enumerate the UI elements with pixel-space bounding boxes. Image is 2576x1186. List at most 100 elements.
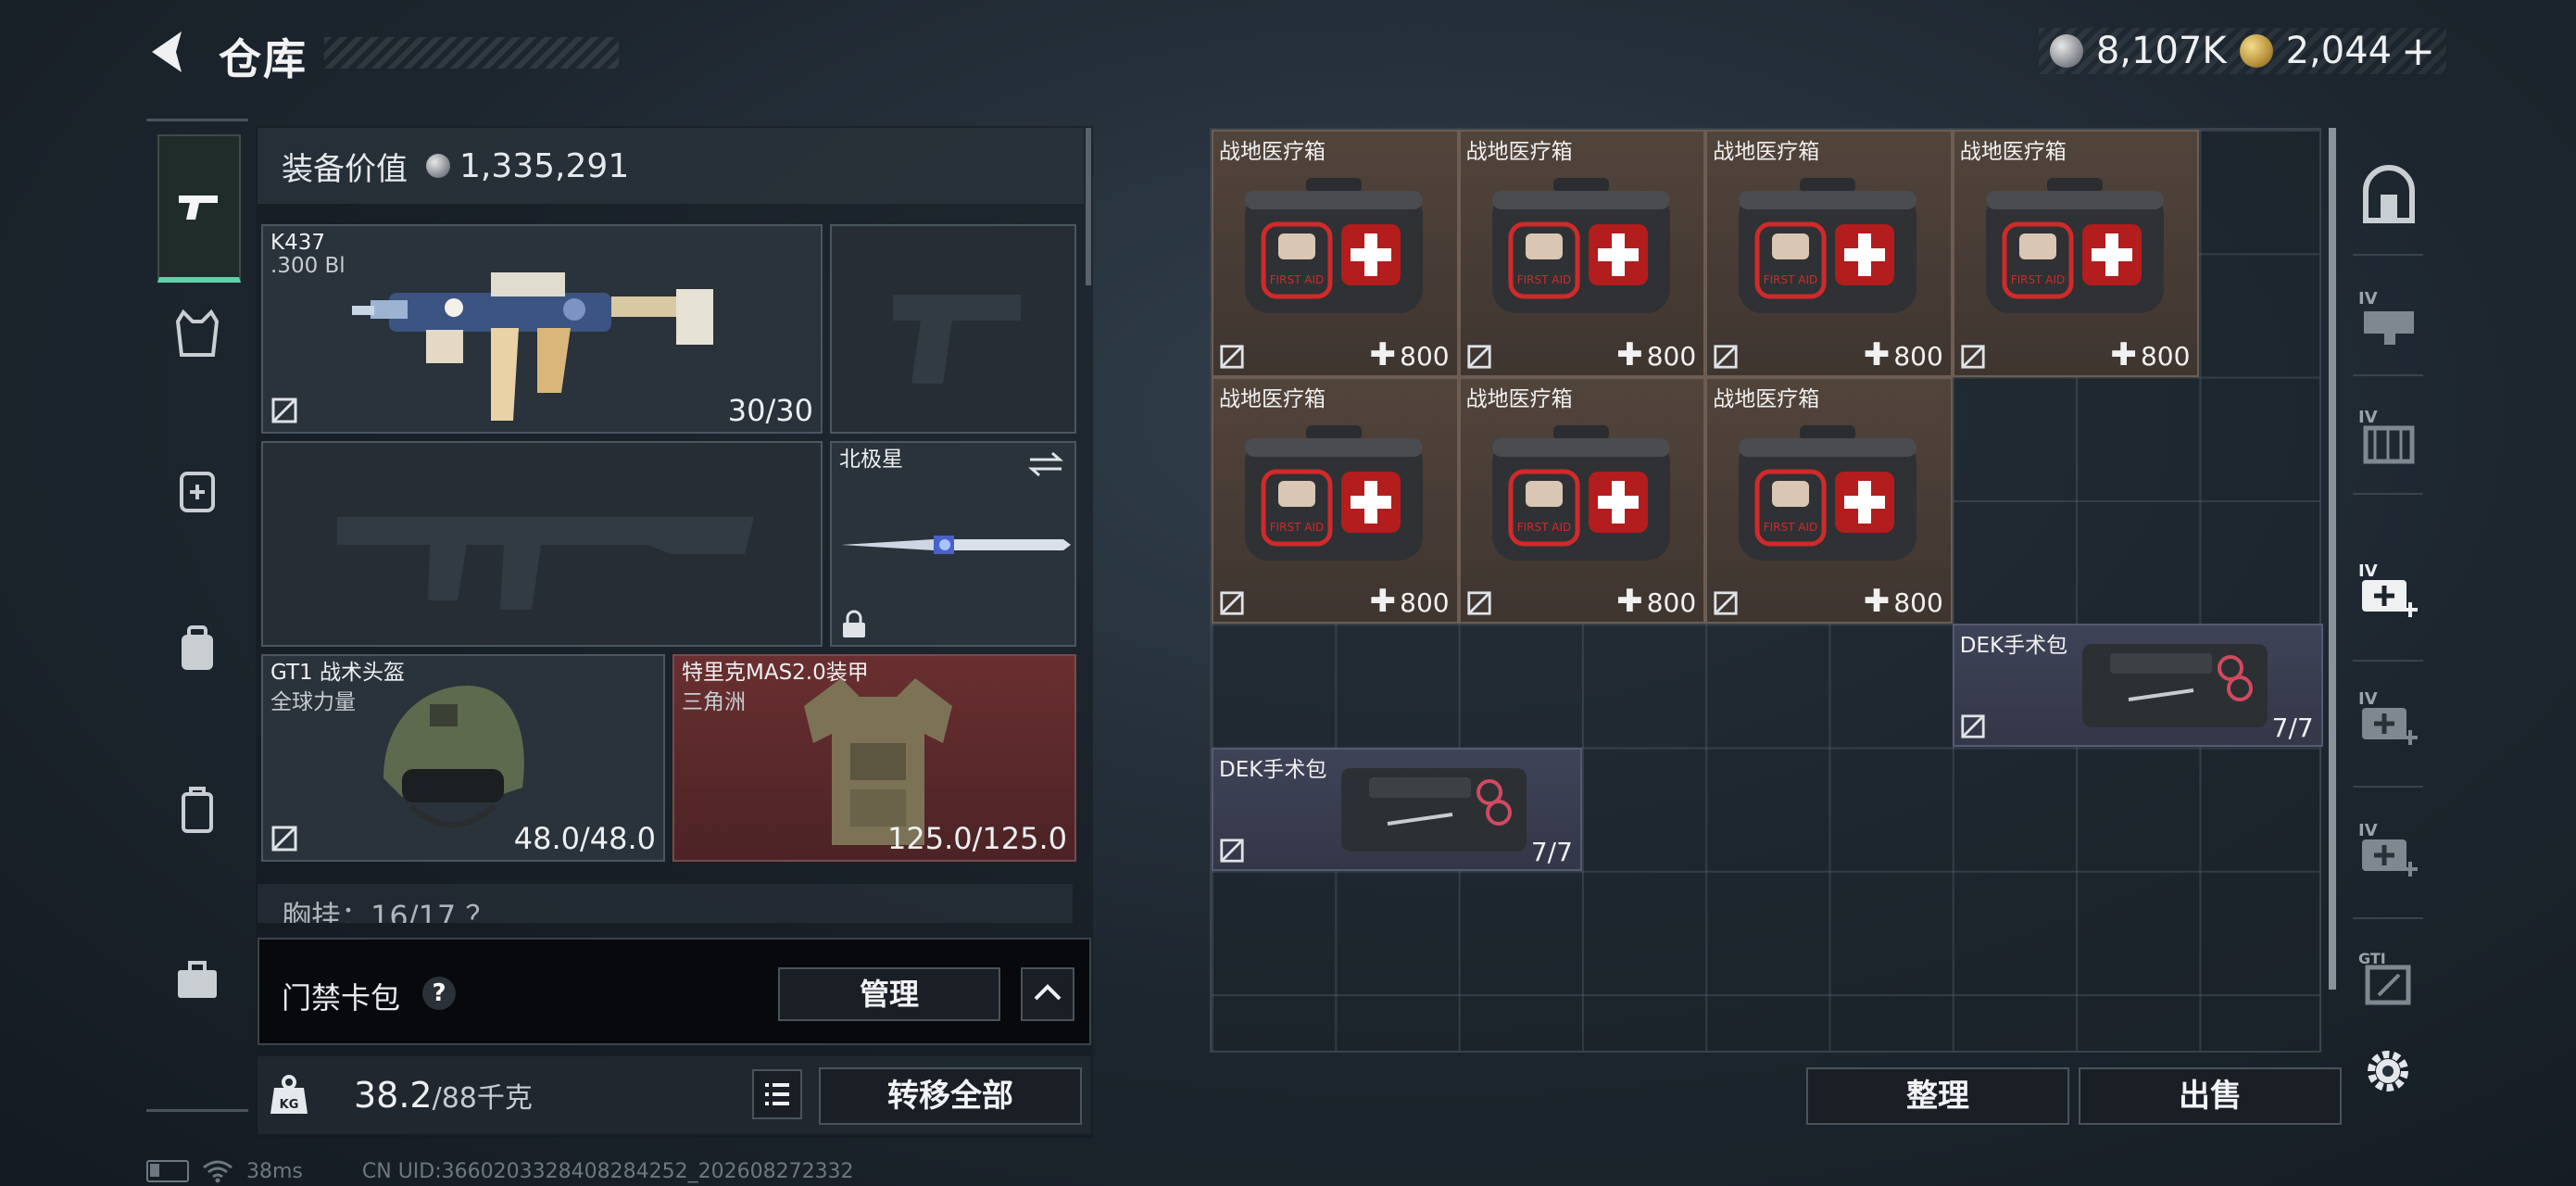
tab-toolbox[interactable] xyxy=(157,940,237,1020)
tab-backpack[interactable] xyxy=(157,609,237,688)
gold-coin-icon xyxy=(2239,34,2273,68)
armor-durability: 125.0/125.0 xyxy=(887,821,1067,856)
no-insure-icon xyxy=(1220,839,1244,863)
no-insure-icon xyxy=(271,826,297,852)
rail-divider xyxy=(2353,917,2423,919)
weapon-case-icon: IV xyxy=(2358,289,2414,345)
swap-icon[interactable] xyxy=(1026,450,1065,478)
backpack-plus-icon xyxy=(180,472,215,512)
case-icon xyxy=(182,787,213,833)
pistol-slot[interactable] xyxy=(830,224,1076,434)
tier-label: GTI xyxy=(2358,950,2386,967)
plus-icon: ✚ xyxy=(1616,583,1643,621)
list-view-button[interactable] xyxy=(752,1069,802,1119)
back-arrow-icon xyxy=(152,32,182,72)
chevron-up-icon xyxy=(1034,984,1062,1001)
storage-scrollbar[interactable] xyxy=(2329,128,2336,990)
item-value: ✚ 800 xyxy=(1864,583,1943,620)
equipment-value-label: 装备价值 xyxy=(282,150,408,188)
surgical-kit-icon xyxy=(2081,644,2268,728)
medkit-item[interactable]: FIRST AID 战地医疗箱 ✚ 800 xyxy=(1952,130,2200,377)
no-insure-icon xyxy=(1220,591,1244,615)
secondary-weapon-slot[interactable] xyxy=(261,441,823,647)
container-tab-medical-2[interactable]: IV xyxy=(2356,684,2421,749)
no-insure-icon xyxy=(1714,344,1738,369)
medkit-item[interactable]: FIRST AID 战地医疗箱 ✚ 800 xyxy=(1212,376,1459,625)
tab-weapons[interactable] xyxy=(157,134,241,283)
no-insure-icon xyxy=(1961,344,1985,369)
ping: 38ms xyxy=(246,1159,303,1183)
medkit-item[interactable]: FIRST AID 战地医疗箱 ✚ 800 xyxy=(1705,376,1953,625)
helmet-slot[interactable]: GT1 战术头盔 全球力量 48.0/48.0 xyxy=(261,654,665,862)
container-tab-1[interactable]: IV xyxy=(2356,284,2421,348)
first-aid-kit-icon: FIRST AID xyxy=(1739,424,1917,561)
first-aid-kit-icon: FIRST AID xyxy=(1985,178,2164,313)
equipment-value: 1,335,291 xyxy=(459,146,630,185)
plus-icon: ✚ xyxy=(1863,335,1891,373)
no-insure-icon xyxy=(1961,714,1985,739)
item-value-number: 800 xyxy=(1400,587,1450,619)
weapon-ammo-type: .300 Bl xyxy=(270,254,346,278)
chest-rig-row[interactable]: 胸挂：16/17 ？ xyxy=(258,884,1073,923)
armor-faction: 三角洲 xyxy=(682,690,746,714)
sort-button[interactable]: 整理 xyxy=(1806,1067,2069,1125)
plus-icon: ✚ xyxy=(1863,583,1891,621)
plus-icon: ✚ xyxy=(2110,335,2137,373)
container-tab-medical[interactable]: IV xyxy=(2356,556,2421,621)
armor-slot[interactable]: 特里克MAS2.0装甲 三角洲 125.0/125.0 xyxy=(672,654,1076,862)
backpack-icon xyxy=(182,625,213,670)
surgical-kit-item[interactable]: DEK手术包 7/7 xyxy=(1952,624,2323,748)
collapse-button[interactable] xyxy=(1021,967,1074,1021)
tab-vest[interactable] xyxy=(157,294,237,373)
medkit-item[interactable]: FIRST AID 战地医疗箱 ✚ 800 xyxy=(1458,376,1706,625)
currency-bar: 8,107K 2,044 + xyxy=(2038,28,2446,75)
transfer-all-button[interactable]: 转移全部 xyxy=(819,1067,1082,1125)
weapon-name: K437 xyxy=(270,231,325,255)
helmet-durability: 48.0/48.0 xyxy=(513,821,656,856)
chest-rig-label: 胸挂：16/17 ？ xyxy=(282,899,496,923)
kg-label: KG xyxy=(280,1098,299,1112)
help-icon[interactable]: ? xyxy=(422,977,456,1010)
back-button[interactable] xyxy=(141,24,196,80)
tab-medical-pack[interactable] xyxy=(157,451,237,531)
kit-label: FIRST AID xyxy=(1516,521,1571,534)
tier-label: IV xyxy=(2358,561,2378,581)
sell-button[interactable]: 出售 xyxy=(2079,1067,2342,1125)
knife-image xyxy=(841,536,1071,554)
list-icon xyxy=(765,1083,789,1105)
container-tab-case[interactable]: GTI xyxy=(2356,943,2421,1008)
item-name: 战地医疗箱 xyxy=(1219,140,1326,164)
primary-weapon-slot[interactable]: K437 .300 Bl 30/30 xyxy=(261,224,823,434)
manage-button[interactable]: 管理 xyxy=(778,967,1000,1021)
tier-label: IV xyxy=(2358,689,2378,709)
rifle-image xyxy=(352,272,713,421)
equipment-scrollbar[interactable] xyxy=(1086,128,1091,285)
rail-divider xyxy=(2353,493,2423,495)
add-currency-button[interactable]: + xyxy=(2401,28,2435,75)
item-uses: 7/7 xyxy=(1530,836,1573,867)
medkit-item[interactable]: FIRST AID 战地医疗箱 ✚ 800 xyxy=(1705,130,1953,377)
settings-button[interactable] xyxy=(2360,1043,2416,1099)
medkit-item[interactable]: FIRST AID 战地医疗箱 ✚ 800 xyxy=(1458,130,1706,377)
tab-case[interactable] xyxy=(157,770,237,850)
container-tab-medical-3[interactable]: IV xyxy=(2356,815,2421,880)
weight-icon: KG xyxy=(270,1075,308,1114)
storage-grid[interactable]: FIRST AID 战地医疗箱 ✚ 800 FIRST AID 战地医疗箱 ✚ 800 FIRS… xyxy=(1210,128,2323,1053)
melee-name: 北极星 xyxy=(839,448,903,472)
medical-box-icon: IV xyxy=(2358,561,2418,617)
surgical-kit-item[interactable]: DEK手术包 7/7 xyxy=(1212,747,1582,871)
container-tab-safe[interactable] xyxy=(2356,165,2421,230)
weight-current: 38.2 xyxy=(354,1075,433,1116)
item-name: DEK手术包 xyxy=(1219,757,1327,782)
item-name: 战地医疗箱 xyxy=(1713,386,1820,411)
medkit-item[interactable]: FIRST AID 战地医疗箱 ✚ 800 xyxy=(1212,130,1459,377)
first-aid-kit-icon: FIRST AID xyxy=(1245,424,1423,561)
pistol-placeholder-icon xyxy=(893,295,1021,384)
melee-slot[interactable]: 北极星 xyxy=(830,441,1076,647)
weight-value: 38.2/88千克 xyxy=(354,1075,533,1116)
no-insure-icon xyxy=(1714,591,1738,615)
silver-coin-icon xyxy=(426,154,450,178)
container-tab-2[interactable]: IV xyxy=(2356,402,2421,467)
rail-divider xyxy=(2353,374,2423,376)
safe-icon xyxy=(2363,165,2415,223)
